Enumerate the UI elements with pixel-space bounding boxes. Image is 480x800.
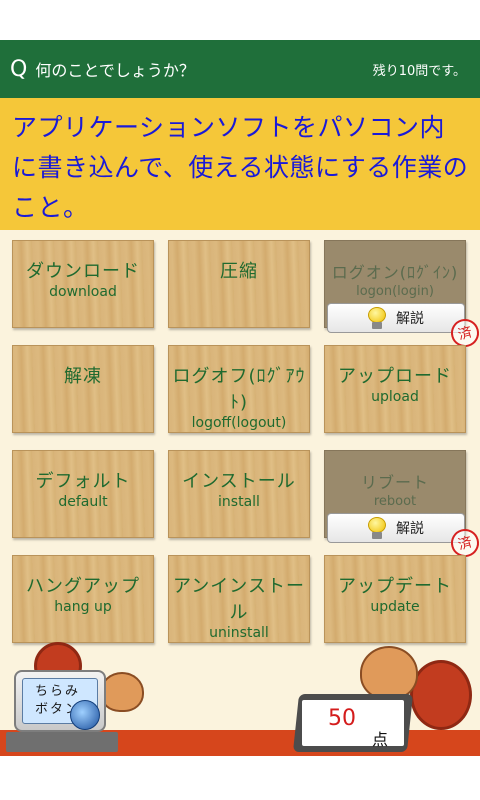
- answer-tile-hangup[interactable]: ハングアップ hang up: [12, 555, 154, 643]
- tile-label-jp: アップロード: [338, 366, 452, 387]
- tile-label-jp: ダウンロード: [26, 261, 140, 282]
- tile-label-jp: ログオフ(ﾛｸﾞｱｳﾄ): [172, 366, 306, 413]
- tile-label-en: logoff(logout): [191, 415, 287, 431]
- answer-board: ダウンロード download 圧縮 ログオン(ﾛｸﾞｲﾝ) logon(log…: [0, 230, 480, 650]
- score-display: 50 点: [292, 694, 414, 752]
- tile-label-en: logon(login): [356, 284, 434, 299]
- tile-label-en: update: [370, 599, 420, 615]
- tile-label-jp: アップデート: [338, 576, 452, 597]
- tile-label-en: reboot: [373, 494, 417, 509]
- lightbulb-icon: [368, 307, 386, 329]
- score-value: 50: [328, 706, 356, 731]
- status-area: [0, 0, 480, 40]
- tile-label-jp: 圧縮: [220, 261, 258, 282]
- chirami-label-line1: ちらみ: [35, 684, 81, 699]
- tile-label-en: uninstall: [209, 625, 269, 641]
- answer-tile-logon: ログオン(ﾛｸﾞｲﾝ) logon(login) 解説 済: [324, 240, 480, 351]
- answer-tile-default[interactable]: デフォルト default: [12, 450, 154, 538]
- tile-label-jp: ハングアップ: [26, 576, 140, 597]
- score-unit: 点: [372, 730, 389, 749]
- question-text: アプリケーションソフトをパソコン内に書き込んで、使える状態にする作業のこと。: [0, 98, 480, 230]
- tile-label-jp: インストール: [182, 471, 296, 492]
- answer-tile-uninstall[interactable]: アンインストール uninstall: [168, 555, 310, 643]
- tile-label-en: default: [58, 494, 108, 510]
- explain-label: 解説: [396, 521, 424, 537]
- explain-button-reboot[interactable]: 解説: [327, 513, 465, 543]
- q-label: Q: [10, 56, 28, 82]
- tile-label-en: install: [218, 494, 260, 510]
- squirrel-mascot-icon: [100, 672, 144, 712]
- answer-tile-decompress[interactable]: 解凍: [12, 345, 154, 433]
- explain-button-logon[interactable]: 解説: [327, 303, 465, 333]
- tile-label-en: upload: [371, 389, 419, 405]
- answer-tile-reboot: リブート reboot 解説 済: [324, 450, 480, 561]
- remaining-count: 残り10問です。: [372, 63, 466, 79]
- tile-label-jp: ログオン(ﾛｸﾞｲﾝ): [331, 263, 459, 282]
- laptop-base-icon: [6, 732, 118, 752]
- answer-tile-download[interactable]: ダウンロード download: [12, 240, 154, 328]
- tile-label-jp: リブート: [360, 473, 429, 492]
- tile-label-jp: デフォルト: [35, 471, 131, 492]
- tile-label-jp: 解凍: [64, 366, 102, 387]
- answer-tile-install[interactable]: インストール install: [168, 450, 310, 538]
- answer-tile-upload[interactable]: アップロード upload: [324, 345, 466, 433]
- squirrel-tail-icon: [410, 660, 472, 730]
- tile-label-jp: アンインストール: [173, 576, 305, 623]
- squirrel-mascot-icon: [360, 646, 418, 700]
- lightbulb-icon: [368, 517, 386, 539]
- prompt-text: 何のことでしょうか？: [35, 61, 195, 80]
- explain-label: 解説: [396, 311, 424, 327]
- answer-tile-logoff[interactable]: ログオフ(ﾛｸﾞｱｳﾄ) logoff(logout): [168, 345, 310, 433]
- tile-label-en: download: [49, 284, 117, 300]
- answer-tile-compress[interactable]: 圧縮: [168, 240, 310, 328]
- question-header: Q 何のことでしょうか？ 残り10問です。: [0, 40, 480, 98]
- answer-tile-update[interactable]: アップデート update: [324, 555, 466, 643]
- tile-label-en: hang up: [54, 599, 112, 615]
- globe-icon: [70, 700, 100, 730]
- bottom-area: [0, 756, 480, 800]
